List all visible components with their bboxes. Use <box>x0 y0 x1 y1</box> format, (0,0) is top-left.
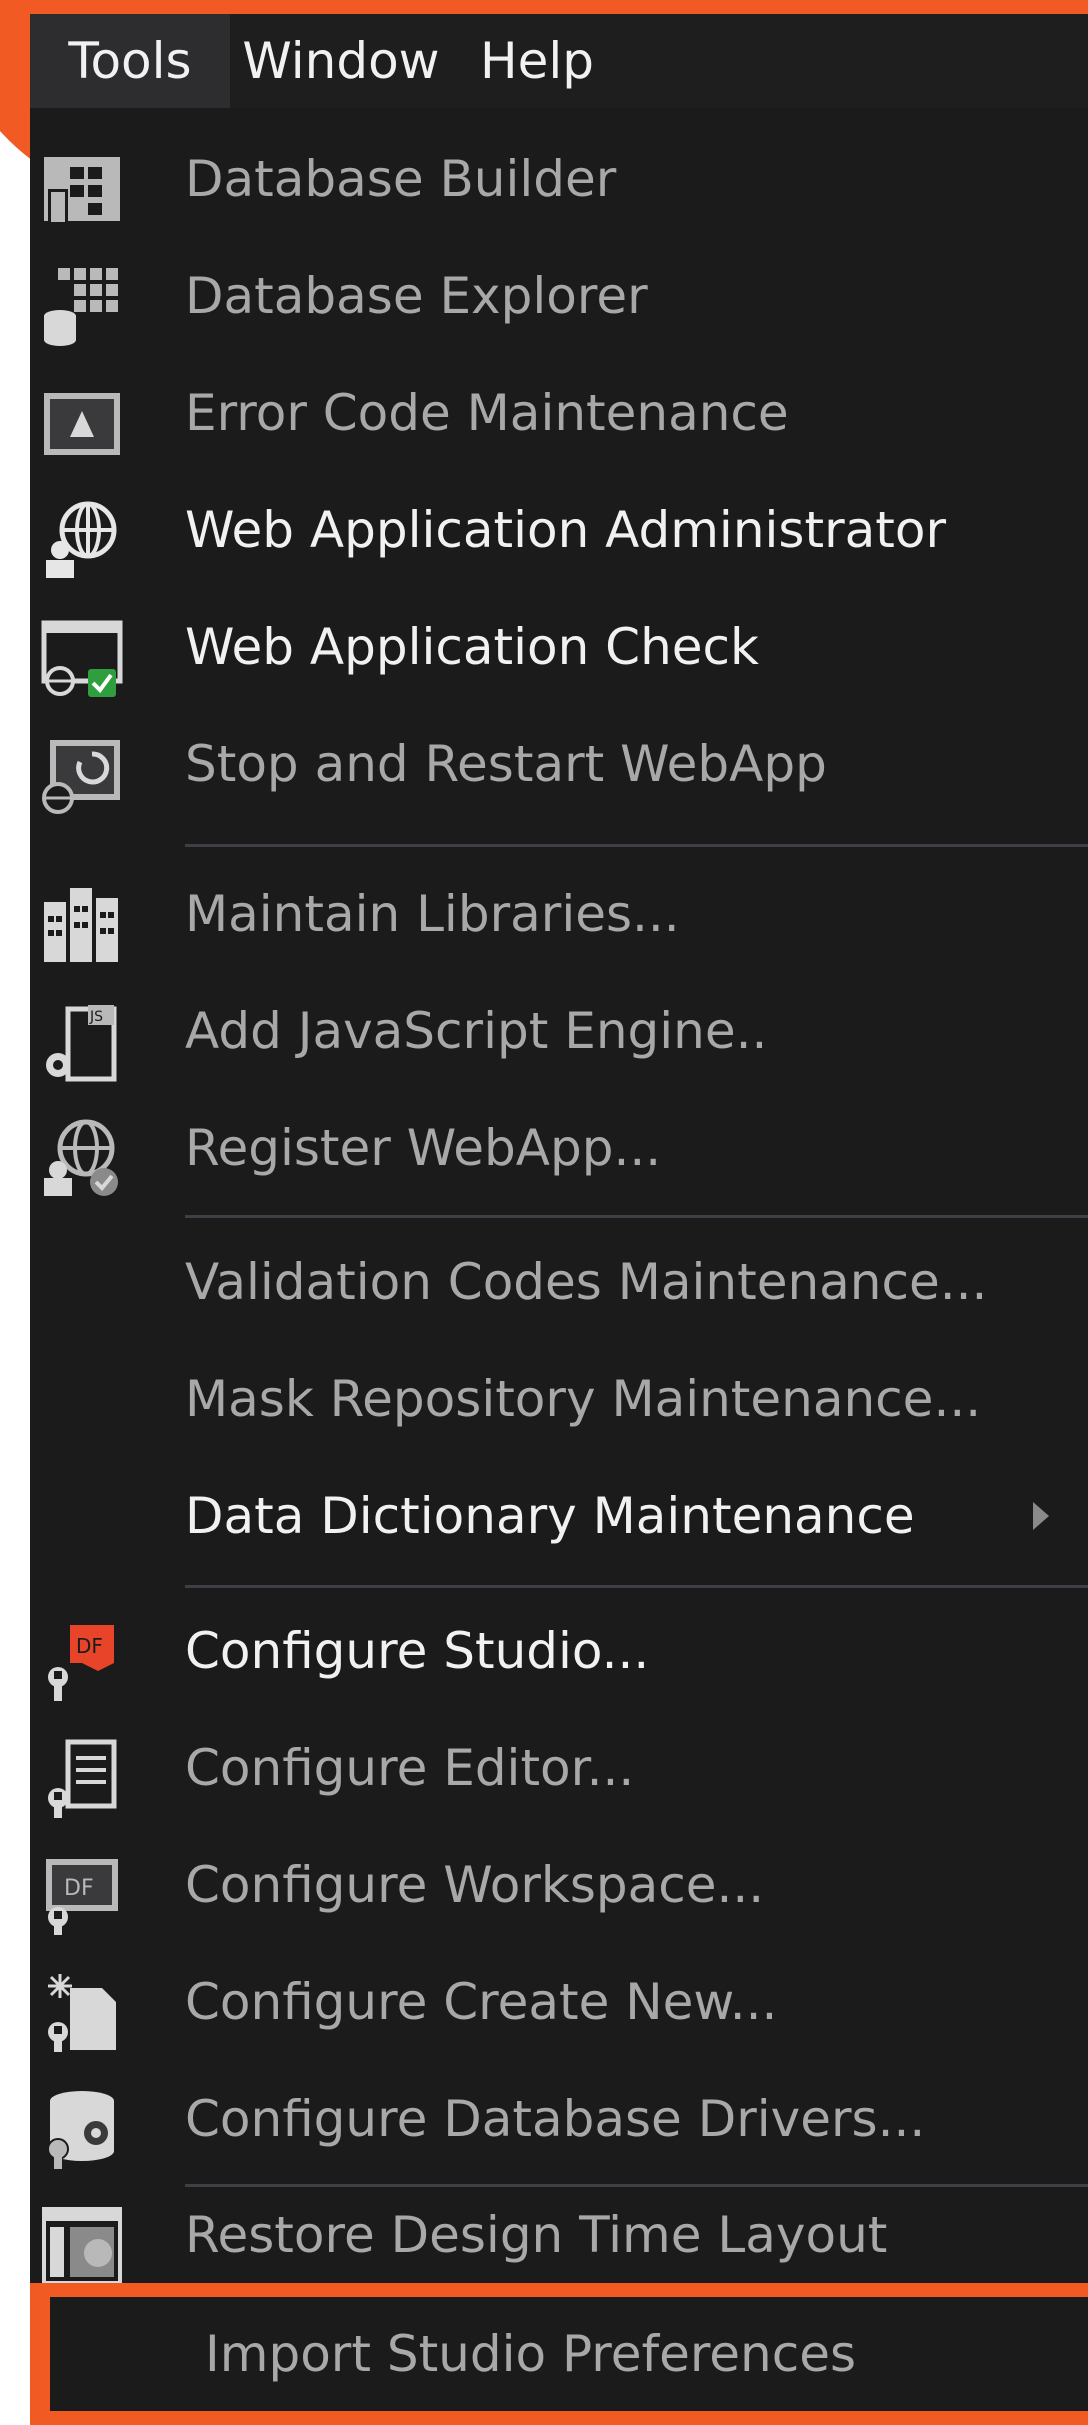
menu-item-error-code-maintenance[interactable]: Error Code Maintenance <box>30 358 1088 468</box>
libraries-icon <box>44 888 118 962</box>
menu-item-web-application-check[interactable]: Web Application Check <box>30 592 1088 702</box>
configure-db-drivers-icon <box>47 2091 114 2169</box>
menu-item-label: Register WebApp... <box>185 1119 662 1177</box>
menu-item-label: Validation Codes Maintenance... <box>185 1253 988 1311</box>
menubar: Tools Window Help <box>30 14 1088 108</box>
menu-item-database-builder[interactable]: Database Builder <box>30 124 1088 234</box>
database-explorer-icon <box>44 268 118 346</box>
menu-item-configure-editor[interactable]: Configure Editor... <box>30 1713 1088 1823</box>
menubar-tools[interactable]: Tools <box>30 14 230 108</box>
error-code-icon <box>44 393 120 455</box>
web-app-check-icon <box>41 620 123 697</box>
svg-text:DF: DF <box>76 1634 103 1658</box>
menu-item-configure-create-new[interactable]: Configure Create New... <box>30 1947 1088 2057</box>
menu-separator <box>185 1585 1088 1588</box>
menu-item-label: Stop and Restart WebApp <box>185 735 827 793</box>
menu-item-import-studio-preferences[interactable]: Import Studio Preferences <box>50 2297 1088 2411</box>
menu-item-label: Error Code Maintenance <box>185 384 789 442</box>
menu-item-configure-database-drivers[interactable]: Configure Database Drivers... <box>30 2064 1088 2174</box>
submenu-arrow-icon <box>1033 1502 1049 1530</box>
tools-menu-panel: Tools Window Help Database Builder Datab… <box>30 14 1088 2425</box>
menu-item-label: Import Studio Preferences <box>205 2325 857 2383</box>
menu-item-mask-repository-maintenance[interactable]: Mask Repository Maintenance... <box>30 1344 1088 1454</box>
restart-webapp-icon <box>42 740 120 814</box>
menu-item-label: Data Dictionary Maintenance <box>185 1487 915 1545</box>
menu-item-label: Database Builder <box>185 150 617 208</box>
menu-item-label: Maintain Libraries... <box>185 885 680 943</box>
menu-item-add-javascript-engine[interactable]: JS Add JavaScript Engine.. <box>30 976 1088 1086</box>
menu-item-maintain-libraries[interactable]: Maintain Libraries... <box>30 859 1088 969</box>
menu-item-restore-design-time-layout[interactable]: Restore Design Time Layout <box>30 2180 1088 2290</box>
menu-item-configure-workspace[interactable]: DF Configure Workspace... <box>30 1830 1088 1940</box>
database-builder-icon <box>44 157 120 225</box>
menu-item-label: Add JavaScript Engine.. <box>185 1002 768 1060</box>
menu-item-label: Web Application Administrator <box>185 501 947 559</box>
register-webapp-icon <box>44 1119 118 1196</box>
import-preferences-highlight-frame: Import Studio Preferences <box>30 2283 1088 2425</box>
svg-text:JS: JS <box>89 1009 103 1025</box>
menu-item-label: Configure Database Drivers... <box>185 2090 926 2148</box>
screenshot-stage: Tools Window Help Database Builder Datab… <box>0 0 1088 2425</box>
menu-item-label: Configure Workspace... <box>185 1856 765 1914</box>
configure-workspace-icon: DF <box>46 1859 118 1935</box>
web-app-admin-icon <box>46 501 117 578</box>
menu-separator <box>185 1215 1088 1218</box>
configure-create-new-icon <box>48 1974 116 2052</box>
javascript-engine-icon: JS <box>46 1005 117 1082</box>
configure-editor-icon <box>48 1739 117 1818</box>
menu-item-label: Configure Editor... <box>185 1739 635 1797</box>
menubar-window[interactable]: Window <box>230 14 452 108</box>
menubar-help[interactable]: Help <box>452 14 622 108</box>
menu-item-label: Configure Studio... <box>185 1622 650 1680</box>
menu-item-web-application-administrator[interactable]: Web Application Administrator <box>30 475 1088 585</box>
menu-item-label: Configure Create New... <box>185 1973 778 2031</box>
menu-item-label: Database Explorer <box>185 267 648 325</box>
menu-separator <box>185 844 1088 847</box>
menu-item-configure-studio[interactable]: DF Configure Studio... <box>30 1596 1088 1706</box>
menu-item-label: Web Application Check <box>185 618 759 676</box>
menu-item-validation-codes-maintenance[interactable]: Validation Codes Maintenance... <box>30 1227 1088 1337</box>
menu-item-stop-and-restart-webapp[interactable]: Stop and Restart WebApp <box>30 709 1088 819</box>
svg-text:DF: DF <box>64 1876 94 1901</box>
menu-item-database-explorer[interactable]: Database Explorer <box>30 241 1088 351</box>
menu-item-label: Mask Repository Maintenance... <box>185 1370 982 1428</box>
restore-layout-icon <box>42 2207 122 2285</box>
menu-item-data-dictionary-maintenance[interactable]: Data Dictionary Maintenance <box>30 1461 1088 1571</box>
menu-item-label: Restore Design Time Layout <box>185 2206 888 2264</box>
configure-studio-icon: DF <box>48 1625 114 1701</box>
menu-item-register-webapp[interactable]: Register WebApp... <box>30 1093 1088 1203</box>
